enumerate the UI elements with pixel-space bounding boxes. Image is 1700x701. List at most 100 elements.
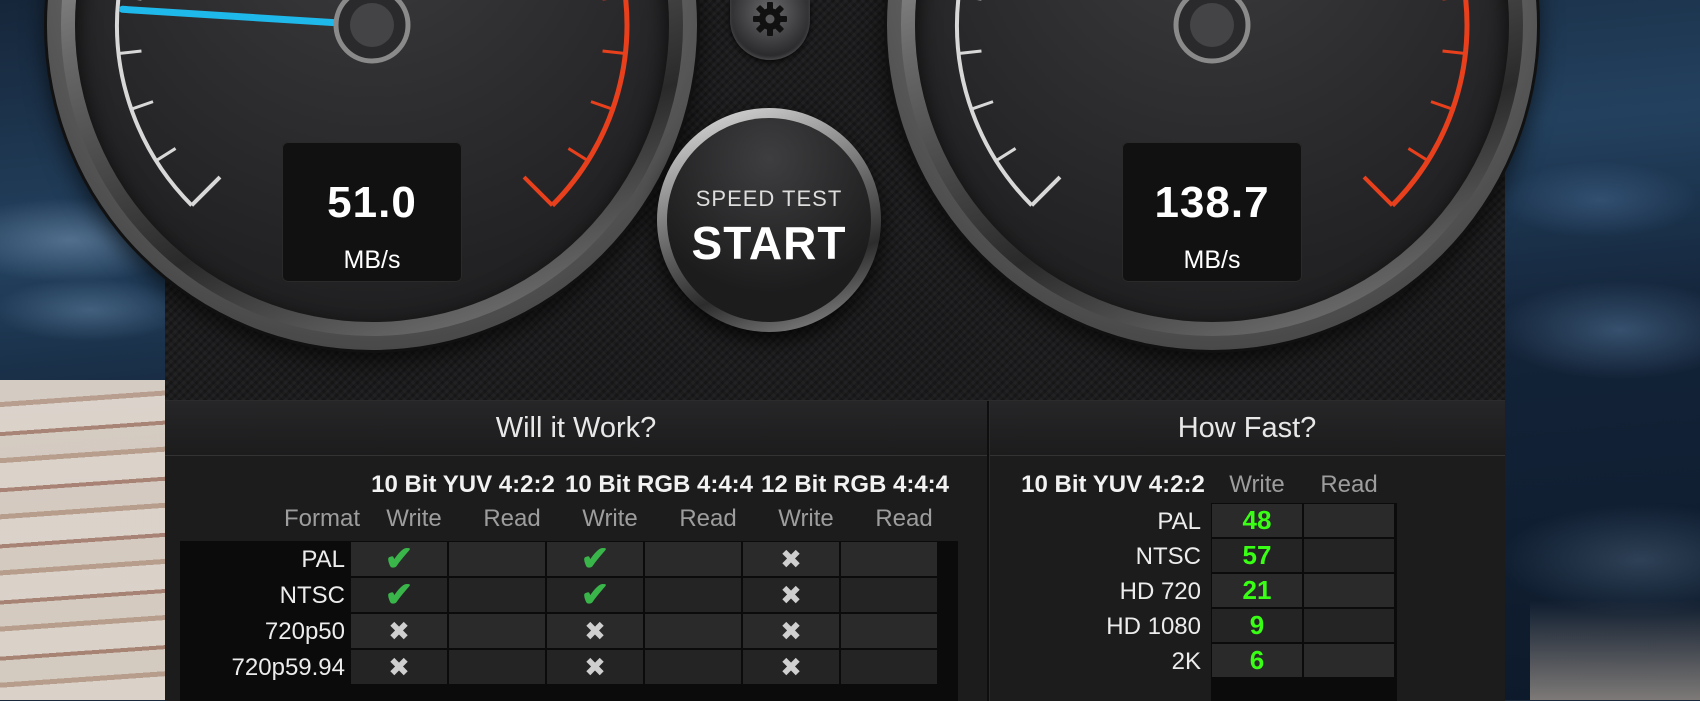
write-gauge: 51.0 MB/s — [47, 0, 697, 350]
how-fast-read-header: Read — [1320, 471, 1378, 498]
results-panel: Will it Work? How Fast? 10 Bit YUV 4:2:2… — [165, 400, 1505, 701]
write-gauge-tick — [567, 147, 589, 162]
check-icon: ✔ — [580, 540, 610, 578]
how-fast-write-cell: 57 — [1212, 539, 1302, 572]
cross-icon: ✖ — [780, 616, 802, 646]
will-it-work-cell: ✖ — [547, 650, 643, 684]
write-gauge-tick — [130, 100, 154, 111]
will-it-work-cell — [645, 614, 741, 648]
will-it-work-cell — [841, 542, 937, 576]
will-it-work-cell: ✖ — [743, 578, 839, 612]
cross-icon: ✖ — [388, 616, 410, 646]
cross-icon: ✖ — [780, 580, 802, 610]
gear-icon — [753, 2, 787, 36]
read-column-header: Read — [679, 505, 737, 532]
will-it-work-cell: ✔ — [351, 542, 447, 576]
read-gauge-tick — [1430, 100, 1454, 111]
will-it-work-cell — [645, 542, 741, 576]
will-it-work-cell: ✔ — [547, 542, 643, 576]
will-it-work-row-label: NTSC — [279, 582, 345, 609]
write-gauge-tick — [118, 49, 142, 56]
how-fast-row-label: NTSC — [1135, 543, 1201, 570]
fps-value: 48 — [1242, 505, 1272, 535]
read-gauge-redline-arc — [1390, 0, 1470, 208]
write-gauge-tick — [155, 147, 177, 162]
how-fast-row-label: HD 720 — [1119, 578, 1201, 605]
how-fast-read-cell — [1304, 574, 1394, 607]
read-gauge-tick — [958, 49, 982, 56]
read-gauge-tick — [1030, 175, 1062, 207]
how-fast-write-cell: 48 — [1212, 504, 1302, 537]
start-button-label: START — [691, 217, 847, 269]
disk-speed-test-window: 51.0 MB/s 138.7 MB/s SPEED TEST START Wi… — [45, 0, 1625, 701]
read-gauge-tick — [1407, 147, 1429, 162]
will-it-work-cell — [645, 578, 741, 612]
how-fast-write-header: Write — [1229, 471, 1285, 498]
will-it-work-cell — [449, 614, 545, 648]
how-fast-row-label: HD 1080 — [1106, 613, 1201, 640]
will-it-work-cell: ✔ — [351, 578, 447, 612]
will-it-work-row-label: PAL — [301, 546, 345, 573]
how-fast-row-label: 2K — [1171, 648, 1201, 675]
fps-value: 57 — [1242, 540, 1272, 570]
write-column-header: Write — [778, 505, 834, 532]
check-icon: ✔ — [384, 576, 414, 614]
group-label-rgb444-10: 10 Bit RGB 4:4:4 — [564, 471, 754, 498]
write-column-header: Write — [386, 505, 442, 532]
write-gauge-tick — [590, 100, 614, 111]
will-it-work-cell — [841, 578, 937, 612]
read-gauge-tick — [1362, 175, 1394, 207]
group-label-yuv422: 10 Bit YUV 4:2:2 — [371, 471, 555, 498]
write-speed-value: 51.0 — [327, 178, 417, 227]
how-fast-table: 48 57 21 9 6 — [1211, 503, 1397, 701]
how-fast-write-cell: 6 — [1212, 644, 1302, 677]
fps-value: 9 — [1249, 610, 1265, 640]
write-speed-unit: MB/s — [343, 246, 401, 274]
cross-icon: ✖ — [780, 652, 802, 682]
read-speed-value: 138.7 — [1154, 178, 1270, 227]
will-it-work-cell — [449, 650, 545, 684]
how-fast-row-label: PAL — [1157, 508, 1201, 535]
write-gauge-tick — [522, 175, 554, 207]
will-it-work-cell: ✖ — [351, 650, 447, 684]
will-it-work-cell — [645, 650, 741, 684]
write-gauge-tick — [602, 49, 626, 56]
will-it-work-cell: ✖ — [547, 614, 643, 648]
will-it-work-cell — [449, 542, 545, 576]
read-column-header: Read — [875, 505, 933, 532]
section-divider — [987, 401, 989, 701]
how-fast-read-cell — [1304, 644, 1394, 677]
will-it-work-row-label: 720p59.94 — [231, 654, 345, 681]
will-it-work-cell: ✖ — [743, 614, 839, 648]
write-readout: 51.0 MB/s — [282, 142, 462, 282]
write-column-header: Write — [582, 505, 638, 532]
will-it-work-cell: ✖ — [743, 542, 839, 576]
how-fast-title: How Fast? — [989, 401, 1505, 456]
will-it-work-title: Will it Work? — [165, 401, 987, 456]
will-it-work-row-label: 720p50 — [264, 618, 345, 645]
how-fast-read-cell — [1304, 609, 1394, 642]
will-it-work-cell — [841, 650, 937, 684]
how-fast-read-cell — [1304, 539, 1394, 572]
will-it-work-cell: ✔ — [547, 578, 643, 612]
will-it-work-cell — [449, 578, 545, 612]
read-column-header: Read — [483, 505, 541, 532]
fps-value: 21 — [1242, 575, 1272, 605]
check-icon: ✔ — [580, 576, 610, 614]
how-fast-write-cell: 9 — [1212, 609, 1302, 642]
will-it-work-cell — [841, 614, 937, 648]
read-gauge-needle-cap — [1190, 3, 1234, 47]
fps-value: 6 — [1249, 645, 1265, 675]
start-speed-test-button[interactable]: SPEED TEST START — [657, 108, 881, 332]
read-gauge-tick — [1442, 49, 1466, 56]
cross-icon: ✖ — [584, 616, 606, 646]
cross-icon: ✖ — [388, 652, 410, 682]
format-column-header: Format — [283, 505, 360, 532]
write-gauge-needle-cap — [350, 3, 394, 47]
read-speed-unit: MB/s — [1183, 246, 1241, 274]
cross-icon: ✖ — [780, 544, 802, 574]
how-fast-write-cell: 21 — [1212, 574, 1302, 607]
will-it-work-cell: ✖ — [743, 650, 839, 684]
read-readout: 138.7 MB/s — [1122, 142, 1302, 282]
how-fast-read-cell — [1304, 504, 1394, 537]
